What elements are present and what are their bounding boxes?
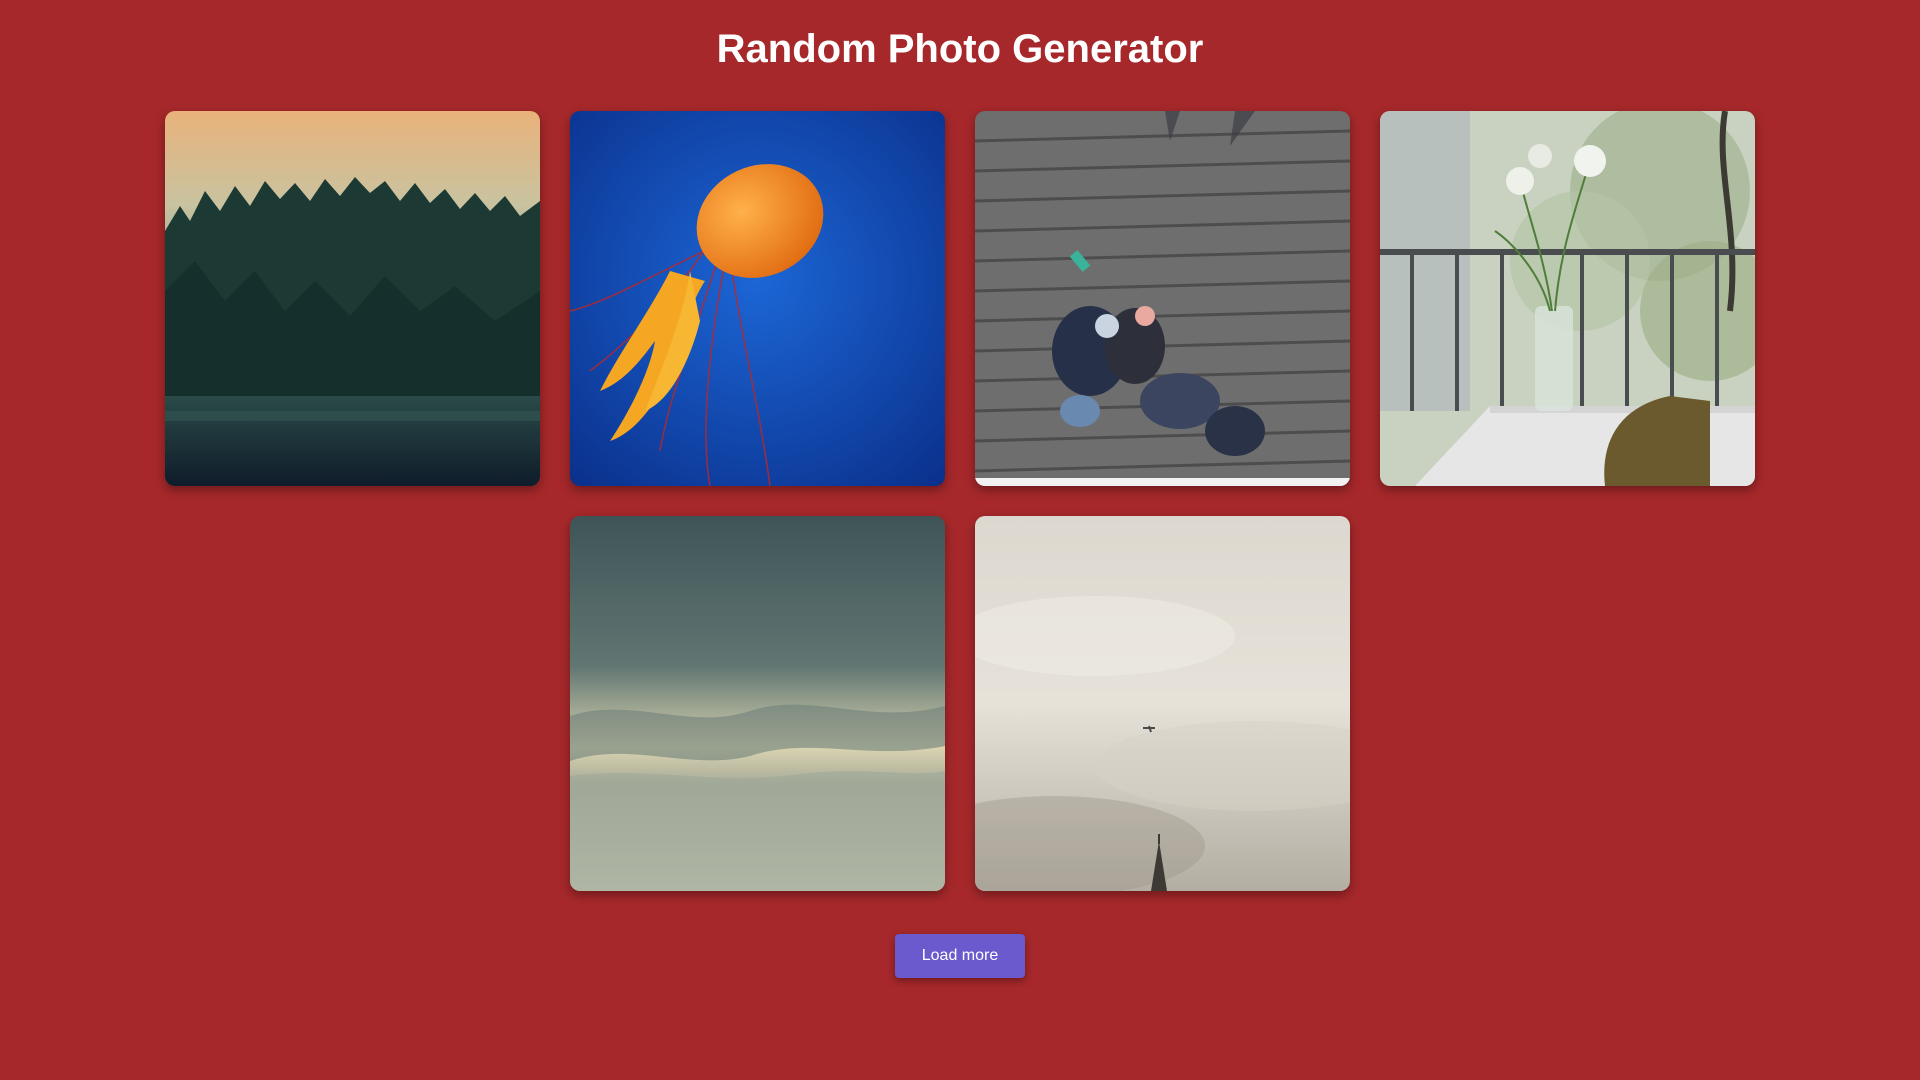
- vase-photo: [1380, 111, 1755, 486]
- boardwalk-photo: [975, 111, 1350, 486]
- forest-photo: [165, 111, 540, 486]
- photo-card-overcast[interactable]: [975, 516, 1350, 891]
- load-more-button[interactable]: Load more: [895, 934, 1025, 978]
- photo-card-boardwalk[interactable]: [975, 111, 1350, 486]
- photo-grid: [164, 111, 1756, 891]
- photo-card-forest[interactable]: [165, 111, 540, 486]
- photo-card-storm[interactable]: [570, 516, 945, 891]
- jellyfish-photo: [570, 111, 945, 486]
- photo-card-vase[interactable]: [1380, 111, 1755, 486]
- overcast-sky-photo: [975, 516, 1350, 891]
- page-title: Random Photo Generator: [716, 27, 1204, 71]
- photo-card-jellyfish[interactable]: [570, 111, 945, 486]
- storm-sky-photo: [570, 516, 945, 891]
